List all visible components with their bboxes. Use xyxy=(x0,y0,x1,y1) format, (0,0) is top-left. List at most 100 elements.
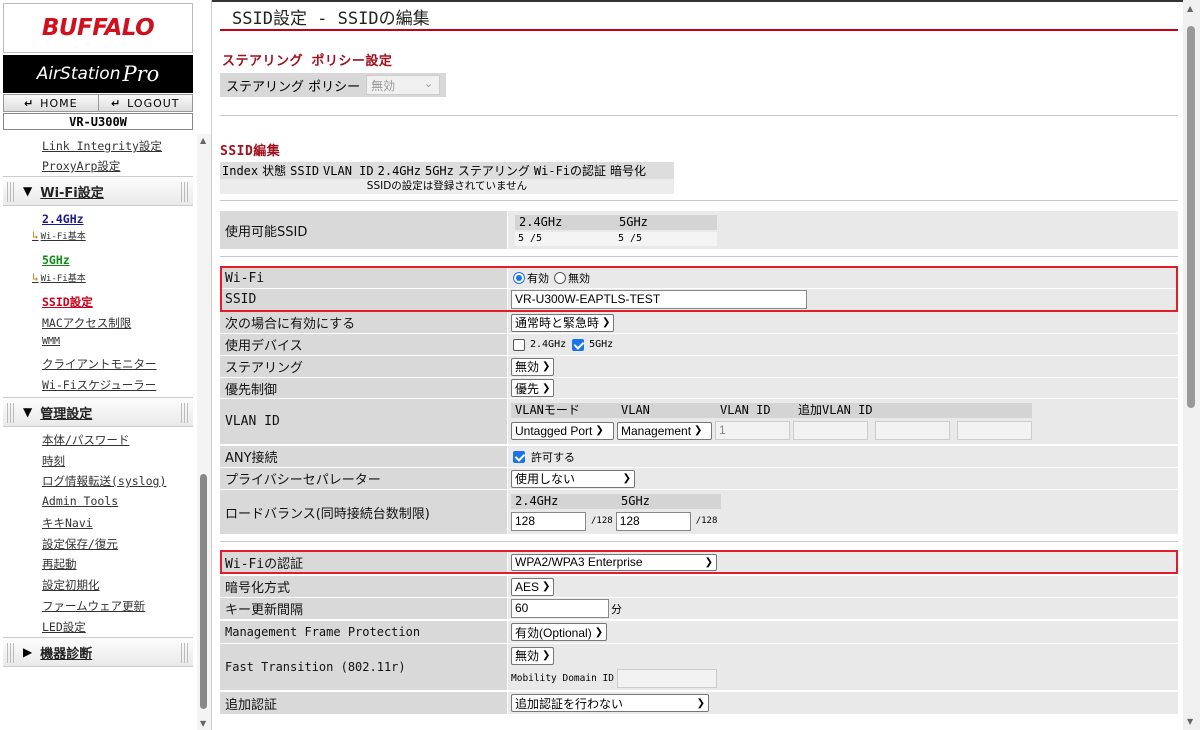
priority-row: 優先制御 優先 ❯ xyxy=(220,378,1178,398)
mfp-cell: 有効(Optional) ❯ xyxy=(508,621,1178,643)
nav-link-integrity[interactable]: Link Integrity設定 xyxy=(42,138,162,154)
nav-band-5[interactable]: 5GHz xyxy=(42,253,70,267)
nav-admin-reboot[interactable]: 再起動 xyxy=(42,556,77,572)
privacy-separator-select[interactable]: 使用しない ❯ xyxy=(511,469,635,488)
col-24ghz: 2.4GHz xyxy=(377,163,421,178)
nav-wifi-scheduler[interactable]: Wi-Fiスケジューラー xyxy=(42,377,156,393)
additional-vlan-input-3[interactable] xyxy=(957,421,1032,440)
main-scrollbar[interactable]: ▲ ▼ xyxy=(1183,0,1200,730)
chevron-down-icon: ❯ xyxy=(594,626,604,638)
encryption-select[interactable]: AES ❯ xyxy=(511,577,555,596)
col-encryption: 暗号化 xyxy=(610,164,647,178)
additional-auth-label: 追加認証 xyxy=(220,692,507,714)
nav-section-diagnostics[interactable]: ▶ 機器診断 xyxy=(3,637,193,667)
ssid-list-table: Index 状態 SSID VLAN ID 2.4GHz 5GHz ステアリング… xyxy=(220,162,674,194)
col-steering: ステアリング xyxy=(457,164,530,178)
nav-admin-led[interactable]: LED設定 xyxy=(42,619,86,635)
device-5-checkbox[interactable] xyxy=(572,338,585,351)
additional-vlan-input-2[interactable] xyxy=(875,421,950,440)
nav-admin-backup[interactable]: 設定保存/復元 xyxy=(42,536,118,552)
lb-24-input[interactable]: 128 xyxy=(511,511,586,531)
corner-arrow-icon: ↳ xyxy=(32,229,39,242)
band-5-header: 5GHz xyxy=(615,214,717,230)
nav-wmm[interactable]: WMM xyxy=(42,336,60,347)
load-balance-inputs: 128 /128 128 /128 xyxy=(511,511,717,531)
encryption-row: 暗号化方式 AES ❯ xyxy=(220,576,1178,597)
mfp-value: 有効(Optional) xyxy=(515,625,592,640)
additional-auth-select[interactable]: 追加認証を行わない ❯ xyxy=(511,694,709,712)
additional-auth-value: 追加認証を行わない xyxy=(515,696,624,711)
scroll-up-icon[interactable]: ▲ xyxy=(200,136,206,145)
nav-admin-firmware[interactable]: ファームウェア更新 xyxy=(42,598,145,614)
nav-admin-syslog[interactable]: ログ情報転送(syslog) xyxy=(42,473,166,489)
fast-transition-cell: 無効 ❯ Mobility Domain ID xyxy=(508,644,1178,690)
vlan-label: VLAN ID xyxy=(220,399,507,444)
nav-section-wifi[interactable]: ▼ Wi-Fi設定 xyxy=(3,176,193,206)
grip-icon xyxy=(7,643,15,663)
main-scroll-thumb[interactable] xyxy=(1187,26,1195,408)
title-divider xyxy=(220,29,1178,31)
divider xyxy=(220,115,1178,116)
nav-band5-basic[interactable]: ↳ Wi-Fi基本 xyxy=(32,271,86,284)
sidebar-scroll-thumb[interactable] xyxy=(200,474,207,709)
rekey-interval-input[interactable]: 60 xyxy=(511,599,609,618)
nav-admin-kikinavi[interactable]: キキNavi xyxy=(42,515,93,531)
nav-ssid-settings[interactable]: SSID設定 xyxy=(42,294,93,310)
additional-auth-row: 追加認証 追加認証を行わない ❯ xyxy=(220,692,1178,714)
logout-button[interactable]: ↵ LOGOUT xyxy=(98,95,192,111)
chevron-down-icon: ❯ xyxy=(694,425,703,436)
vlan-name-select[interactable]: Management ❯ xyxy=(617,421,712,440)
scroll-up-icon[interactable]: ▲ xyxy=(1187,4,1193,13)
lb-5-input[interactable]: 128 xyxy=(615,511,691,531)
mfp-select[interactable]: 有効(Optional) ❯ xyxy=(511,623,608,641)
nav-admin-reset[interactable]: 設定初期化 xyxy=(42,577,100,593)
device-24-checkbox[interactable] xyxy=(513,338,525,351)
page-title: SSID設定 - SSIDの編集 xyxy=(232,9,430,29)
nav-admin-time[interactable]: 時刻 xyxy=(42,453,65,469)
enable-when-cell: 通常時と緊急時 ❯ xyxy=(508,312,1178,333)
triangle-down-icon: ▼ xyxy=(23,184,33,198)
sidebar-scrollbar[interactable]: ▲ ▼ xyxy=(197,134,211,730)
vlan-inputs: Untagged Port ❯ Management ❯ 1 xyxy=(511,421,1032,440)
privacy-separator-cell: 使用しない ❯ xyxy=(508,468,1178,489)
nav-proxyarp[interactable]: ProxyArp設定 xyxy=(42,158,120,174)
steering-label: ステアリング xyxy=(220,356,507,377)
nav-band24-basic[interactable]: ↳ Wi-Fi基本 xyxy=(32,229,86,242)
nav-admin-password[interactable]: 本体/パスワード xyxy=(42,432,129,448)
corner-arrow-icon: ↳ xyxy=(32,271,39,284)
available-ssid-bands: 2.4GHz 5GHz xyxy=(515,214,717,230)
steering-select[interactable]: 無効 ❯ xyxy=(511,357,555,376)
divider xyxy=(220,256,1178,257)
any-connection-label: ANY接続 xyxy=(220,446,507,467)
chevron-down-icon: ❯ xyxy=(602,317,611,328)
nav-client-monitor[interactable]: クライアントモニター xyxy=(42,356,157,372)
any-connection-checkbox[interactable] xyxy=(513,450,525,463)
vlan-mode-select[interactable]: Untagged Port ❯ xyxy=(511,421,614,440)
load-balance-row: ロードバランス(同時接続台数制限) 2.4GHz 5GHz 128 /128 1… xyxy=(220,490,1178,534)
enable-when-value: 通常時と緊急時 xyxy=(515,316,600,330)
scroll-down-icon[interactable]: ▼ xyxy=(1187,717,1193,726)
fast-transition-select[interactable]: 無効 ❯ xyxy=(511,646,555,665)
grip-icon xyxy=(181,182,189,202)
nav-mac-access[interactable]: MACアクセス制限 xyxy=(42,315,131,331)
nav-band24-basic-label: Wi-Fi基本 xyxy=(40,232,86,242)
encryption-value: AES xyxy=(515,579,540,594)
scroll-down-icon[interactable]: ▼ xyxy=(200,719,206,728)
vlan-headers: VLANモード VLAN VLAN ID 追加VLAN ID xyxy=(511,403,1032,418)
additional-vlan-input-1[interactable] xyxy=(793,421,868,440)
nav-band-24[interactable]: 2.4GHz xyxy=(42,212,84,226)
grip-icon xyxy=(181,403,189,423)
chevron-down-icon: ⌄ xyxy=(423,77,434,90)
ssid-table-header: Index 状態 SSID VLAN ID 2.4GHz 5GHz ステアリング… xyxy=(220,162,674,179)
vlan-row: VLAN ID VLANモード VLAN VLAN ID 追加VLAN ID U… xyxy=(220,399,1178,444)
devices-cell: 2.4GHz 5GHz xyxy=(508,334,1178,355)
enable-when-select[interactable]: 通常時と緊急時 ❯ xyxy=(511,313,615,332)
nav-section-admin[interactable]: ▼ 管理設定 xyxy=(3,397,193,427)
vlan-id-input[interactable]: 1 xyxy=(715,421,790,440)
priority-select[interactable]: 優先 ❯ xyxy=(511,379,555,397)
mobility-domain-input[interactable] xyxy=(616,668,717,688)
buffalo-logo: BUFFALO xyxy=(3,3,193,53)
nav-admin-tools[interactable]: Admin Tools xyxy=(42,494,118,508)
home-button[interactable]: ↵ HOME xyxy=(4,95,99,111)
enable-when-row: 次の場合に有効にする 通常時と緊急時 ❯ xyxy=(220,312,1178,333)
